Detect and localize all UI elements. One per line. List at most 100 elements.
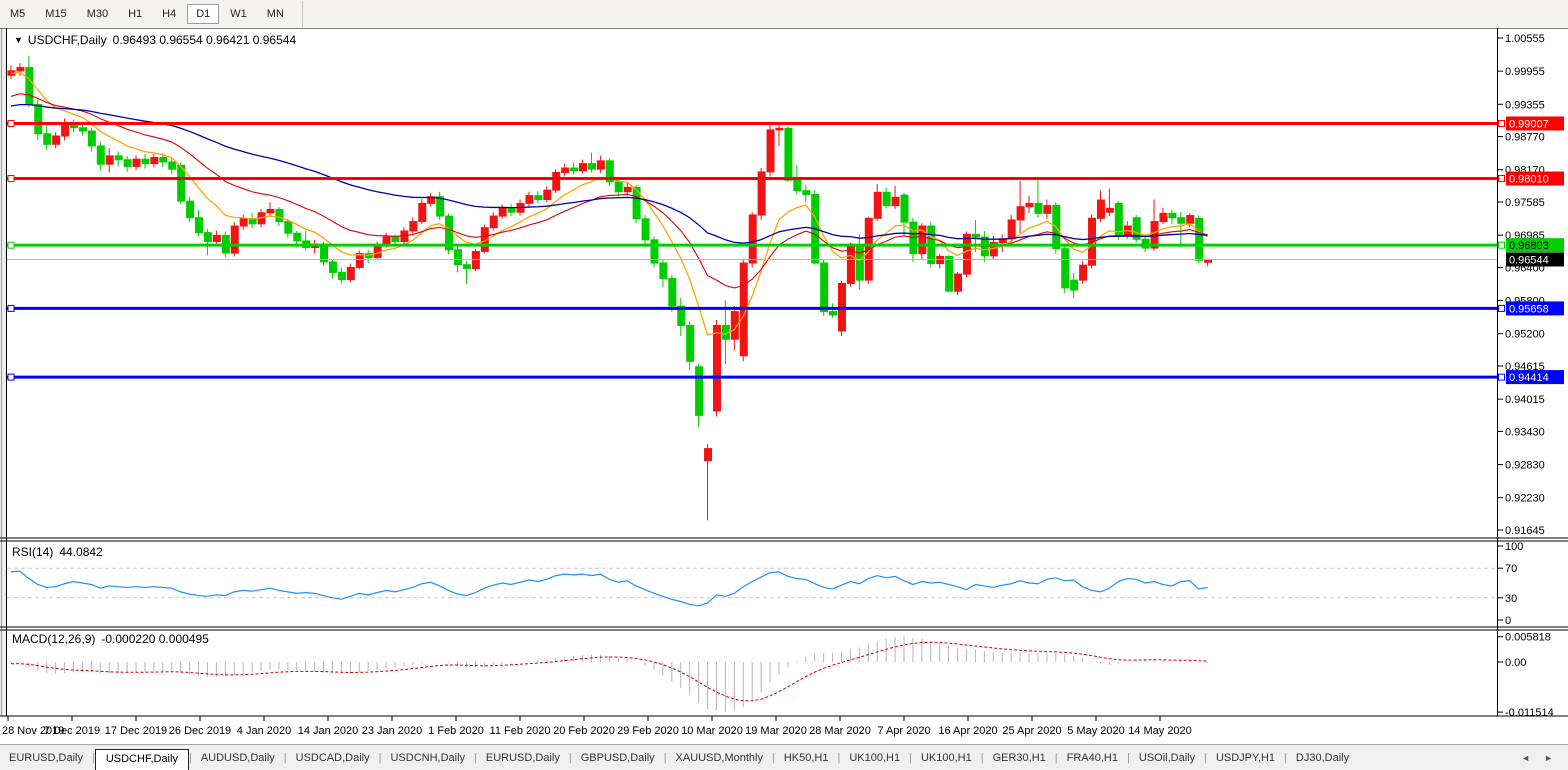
candle-body [106, 156, 113, 164]
tab-eurusd-daily[interactable]: EURUSD,Daily [0, 748, 92, 768]
candle-body [196, 218, 203, 233]
timeframe-button-m5[interactable]: M5 [1, 4, 34, 24]
tab-usdchf-daily[interactable]: USDCHF,Daily [95, 749, 189, 770]
candle-body [1169, 213, 1176, 217]
tab-uk100-h1[interactable]: UK100,H1 [840, 748, 909, 768]
candle-body [374, 245, 381, 257]
tab-scroll-left-icon[interactable]: ◄ [1514, 753, 1537, 763]
candle-body [267, 209, 274, 212]
candle-body [821, 263, 828, 312]
price-axis-label: 0.98770 [1505, 132, 1545, 144]
price-axis-label: 0.97585 [1505, 197, 1545, 209]
tab-fra40-h1[interactable]: FRA40,H1 [1058, 748, 1127, 768]
candle-body [856, 245, 863, 280]
candle-body [580, 164, 587, 171]
tab-usdcnh-daily[interactable]: USDCNH,Daily [381, 748, 474, 768]
candle-body [696, 367, 703, 416]
line-anchor-handle[interactable] [8, 120, 14, 126]
price-axis-label: 0.92230 [1505, 493, 1545, 505]
tab-dj30-daily[interactable]: DJ30,Daily [1287, 748, 1358, 768]
line-price-tag-text: 0.96544 [1509, 254, 1549, 266]
tab-usdjpy-h1[interactable]: USDJPY,H1 [1207, 748, 1284, 768]
candle-body [1008, 220, 1015, 239]
candle-body [1097, 200, 1104, 218]
candle-body [62, 123, 69, 136]
tab-uk100-h1[interactable]: UK100,H1 [912, 748, 981, 768]
candle-body [687, 325, 694, 361]
candle-body [776, 128, 783, 130]
trading-terminal-window: M5M15M30H1H4D1W1MN 1.005550.999550.99355… [0, 0, 1568, 770]
candle-body [410, 222, 417, 231]
candle-body [392, 237, 399, 241]
rsi-indicator-value: 44.0842 [59, 545, 102, 559]
candle-body [338, 272, 345, 279]
candle-body [1044, 206, 1051, 214]
line-price-tag-text: 0.96803 [1509, 240, 1549, 252]
candle-body [249, 219, 256, 224]
tab-scroll-right-icon[interactable]: ► [1537, 753, 1560, 763]
candle-body [883, 192, 890, 205]
rsi-axis-label: 100 [1505, 541, 1523, 553]
chart-menu-icon[interactable]: ▼ [14, 35, 23, 45]
toolbar-separator [302, 1, 303, 27]
tab-scroll-controls: ◄► [1514, 753, 1568, 763]
date-axis-label: 23 Jan 2020 [362, 725, 423, 737]
chart-canvas[interactable]: 1.005550.999550.993550.987700.981700.975… [0, 0, 1568, 770]
candle-body [553, 172, 560, 190]
candle-body [1196, 218, 1203, 260]
candle-body [1017, 207, 1024, 220]
tab-usdcad-daily[interactable]: USDCAD,Daily [287, 748, 379, 768]
candle-body [285, 222, 292, 234]
tab-audusd-daily[interactable]: AUDUSD,Daily [192, 748, 284, 768]
candle-body [17, 68, 24, 71]
date-axis-label: 10 Mar 2020 [681, 725, 743, 737]
macd-indicator-name: MACD(12,26,9) [12, 632, 95, 646]
tab-xauusd-monthly[interactable]: XAUUSD,Monthly [667, 748, 772, 768]
timeframe-button-h4[interactable]: H4 [153, 4, 185, 24]
price-axis-label: 0.99355 [1505, 99, 1545, 111]
candle-body [356, 254, 363, 268]
rsi-axis-label: 30 [1505, 593, 1517, 605]
candle-body [490, 216, 497, 228]
date-axis-label: 14 Jan 2020 [298, 725, 359, 737]
candle-body [526, 196, 533, 204]
line-anchor-handle[interactable] [8, 242, 14, 248]
timeframe-button-d1[interactable]: D1 [187, 4, 219, 24]
rsi-indicator-name: RSI(14) [12, 545, 53, 559]
timeframe-button-h1[interactable]: H1 [119, 4, 151, 24]
candle-body [419, 203, 426, 221]
price-axis-label: 0.93430 [1505, 426, 1545, 438]
tab-hk50-h1[interactable]: HK50,H1 [775, 748, 838, 768]
timeframe-button-w1[interactable]: W1 [221, 4, 256, 24]
line-anchor-handle[interactable] [8, 374, 14, 380]
date-axis-label: 16 Apr 2020 [938, 725, 997, 737]
candle-body [615, 182, 622, 192]
tab-gbpusd-daily[interactable]: GBPUSD,Daily [572, 748, 664, 768]
line-label-pointer [1499, 176, 1505, 182]
timeframe-button-m30[interactable]: M30 [78, 4, 117, 24]
tab-ger30-h1[interactable]: GER30,H1 [984, 748, 1055, 768]
line-anchor-handle[interactable] [8, 176, 14, 182]
timeframe-button-mn[interactable]: MN [258, 4, 293, 24]
line-price-tag-text: 0.98010 [1509, 174, 1549, 186]
candle-body [437, 197, 444, 216]
line-price-tag-text: 0.94414 [1509, 372, 1549, 384]
candle-body [597, 161, 604, 169]
candle-body [1035, 203, 1042, 213]
tab-eurusd-daily[interactable]: EURUSD,Daily [477, 748, 569, 768]
date-axis-label: 19 Mar 2020 [745, 725, 807, 737]
candle-body [803, 191, 810, 195]
tab-usoil-daily[interactable]: USOil,Daily [1130, 748, 1204, 768]
candle-body [329, 262, 336, 272]
line-label-pointer [1499, 305, 1505, 311]
candle-body [562, 168, 569, 172]
line-price-tag-text: 0.95658 [1509, 303, 1549, 315]
candle-body [535, 196, 542, 200]
macd-axis-label: 0.00 [1505, 657, 1526, 669]
candle-body [142, 159, 149, 163]
timeframe-button-m15[interactable]: M15 [36, 4, 75, 24]
candle-body [1115, 203, 1122, 235]
line-anchor-handle[interactable] [8, 305, 14, 311]
price-axis-label: 0.95200 [1505, 329, 1545, 341]
candle-body [347, 267, 354, 279]
